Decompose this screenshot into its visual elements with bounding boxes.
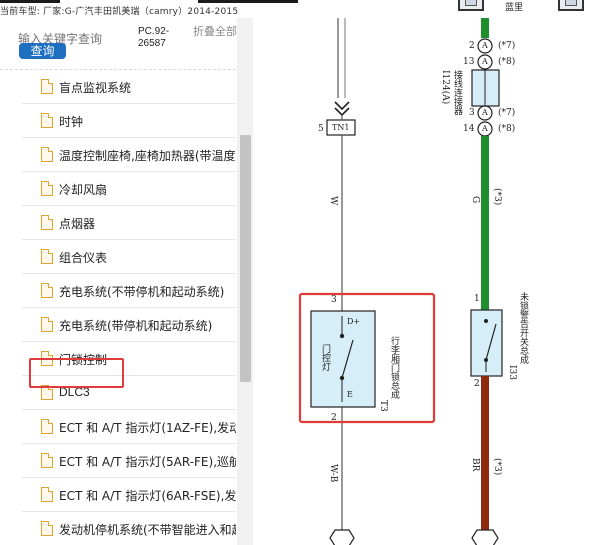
variant-note: (*8) xyxy=(498,57,516,67)
pin-number: 3 xyxy=(331,295,337,305)
connector-chevron-icon xyxy=(334,101,350,117)
component-name: 未锁警告开关总成 xyxy=(518,292,528,364)
document-icon xyxy=(41,113,53,128)
tree-item-label: ECT 和 A/T 指示灯(1AZ-FE),发动机控制 xyxy=(59,421,236,435)
connector-pin: 5 xyxy=(318,124,324,134)
pin-number: 2 xyxy=(331,413,337,423)
toolbar-edge xyxy=(198,0,298,3)
tree-item-label: 盲点监视系统 xyxy=(59,81,132,95)
document-icon xyxy=(41,283,53,298)
terminal-letter: A xyxy=(482,41,488,50)
terminal-letter: A xyxy=(482,108,488,117)
system-tree: 盲点监视系统 时钟 温度控制座椅,座椅加热器(带温度控制) 冷却风扇 点烟器 组… xyxy=(0,70,236,545)
window-icon xyxy=(465,0,477,6)
pin-number: 13 xyxy=(463,57,475,67)
ground-connector xyxy=(471,529,499,545)
tree-item[interactable]: 时钟 xyxy=(22,104,236,138)
switch-contact xyxy=(484,319,488,323)
tree-item-label: ECT 和 A/T 指示灯(6AR-FSE),发动机控制 xyxy=(59,489,236,503)
variant-note: (*7) xyxy=(498,41,516,51)
tree-item[interactable]: 冷却风扇 xyxy=(22,172,236,206)
tree-item[interactable]: ECT 和 A/T 指示灯(5AR-FE),巡航控制 xyxy=(22,444,236,478)
tree-item-label: 点烟器 xyxy=(59,217,96,231)
tree-item[interactable]: 盲点监视系统 xyxy=(22,70,236,104)
pin-number: 1 xyxy=(474,294,480,304)
terminal-label: D+ xyxy=(347,317,361,326)
navigation-panel: 查询 PC.92-26587 折叠全部 盲点监视系统 时钟 温度控制座椅,座椅加… xyxy=(0,18,253,545)
terminal-label: E xyxy=(347,390,353,399)
document-icon xyxy=(41,419,53,434)
tree-item-label: 充电系统(不带停机和起动系统) xyxy=(59,285,225,299)
tree-item[interactable]: 温度控制座椅,座椅加热器(带温度控制) xyxy=(22,138,236,172)
tree-item[interactable]: ECT 和 A/T 指示灯(6AR-FSE),发动机控制 xyxy=(22,478,236,512)
wire-color-label: BR xyxy=(470,458,480,472)
left-circuit xyxy=(298,18,436,545)
wiring-diagram-canvas xyxy=(298,18,503,545)
component-inner-label: 门控灯 xyxy=(320,344,330,371)
tree-item[interactable]: 充电系统(带停机和起动系统) xyxy=(22,308,236,342)
tree-item-label: 充电系统(带停机和起动系统) xyxy=(59,319,213,333)
tree-item-label: DLC3 xyxy=(59,385,90,399)
terminal-letter: A xyxy=(482,57,488,66)
document-icon xyxy=(41,147,53,162)
document-icon xyxy=(41,487,53,502)
pin-number: 2 xyxy=(469,41,475,51)
tree-item[interactable]: 发动机停机系统(不带智能进入和起动系统) xyxy=(22,512,236,545)
variant-note: (*3) xyxy=(492,458,502,476)
tree-item-label: ECT 和 A/T 指示灯(5AR-FE),巡航控制 xyxy=(59,455,236,469)
document-icon xyxy=(41,385,53,400)
connector-id: TN1 xyxy=(332,123,350,132)
document-icon xyxy=(41,215,53,230)
tree-item-label: 组合仪表 xyxy=(59,251,108,265)
document-icon xyxy=(41,181,53,196)
tree-item-label: 冷却风扇 xyxy=(59,183,108,197)
query-button[interactable]: 查询 xyxy=(19,43,66,59)
tree-item[interactable]: ECT 和 A/T 指示灯(1AZ-FE),发动机控制 xyxy=(22,410,236,444)
document-icon xyxy=(41,351,53,366)
document-icon xyxy=(41,79,53,94)
component-id: I33 xyxy=(507,365,517,381)
wiring-diagram: 5 TN1 W 3 D+ 门控灯 E 2 T3 行李厢门锁总成 W-B 2 A … xyxy=(258,18,604,545)
pin-number: 14 xyxy=(463,124,475,134)
document-icon xyxy=(41,521,53,536)
tree-item[interactable]: DLC3 xyxy=(22,376,236,410)
component-name: 行李厢门锁总成 xyxy=(389,336,399,399)
wire-color-label: W xyxy=(328,196,338,206)
tree-item[interactable]: 充电系统(不带停机和起动系统) xyxy=(22,274,236,308)
variant-note: (*8) xyxy=(498,124,516,134)
top-bar: 当前车型: 厂家:G-广汽丰田凯美瑞（camry）2014-2015 蓝里 xyxy=(0,0,604,18)
toolbar-button[interactable] xyxy=(458,0,484,11)
component-id: T3 xyxy=(378,400,388,412)
wire-color-label: G xyxy=(470,196,480,204)
pin-number: 2 xyxy=(474,379,480,389)
document-icon xyxy=(41,317,53,332)
toolbar-button[interactable] xyxy=(558,0,584,11)
document-icon xyxy=(41,249,53,264)
ground-connector xyxy=(329,529,355,545)
tree-item-label: 时钟 xyxy=(59,115,84,129)
window-icon xyxy=(565,0,577,6)
junction-id: I124(A) xyxy=(440,70,450,105)
terminal-letter: A xyxy=(482,124,488,133)
tree-item-label: 发动机停机系统(不带智能进入和起动系统) xyxy=(59,523,236,537)
variant-note: (*3) xyxy=(492,188,502,206)
tree-item-label: 门锁控制 xyxy=(59,353,108,367)
tree-item[interactable]: 组合仪表 xyxy=(22,240,236,274)
tree-item-label: 温度控制座椅,座椅加热器(带温度控制) xyxy=(59,149,236,163)
current-car-model: 当前车型: 厂家:G-广汽丰田凯美瑞（camry）2014-2015 xyxy=(0,7,239,17)
pin-number: 3 xyxy=(469,108,475,118)
tree-item[interactable]: 点烟器 xyxy=(22,206,236,240)
junction-name: 接线连接器 xyxy=(452,70,462,115)
scrollbar-thumb[interactable] xyxy=(240,135,251,382)
pc-code: PC.92-26587 xyxy=(138,26,170,49)
wire-color-label: W-B xyxy=(328,464,338,483)
toolbar-label: 蓝里 xyxy=(505,3,524,13)
tree-item-selected[interactable]: 门锁控制 xyxy=(22,342,236,376)
toolbar-edge xyxy=(0,0,60,3)
collapse-all-button[interactable]: 折叠全部 xyxy=(193,26,237,38)
variant-note: (*7) xyxy=(498,108,516,118)
document-icon xyxy=(41,453,53,468)
